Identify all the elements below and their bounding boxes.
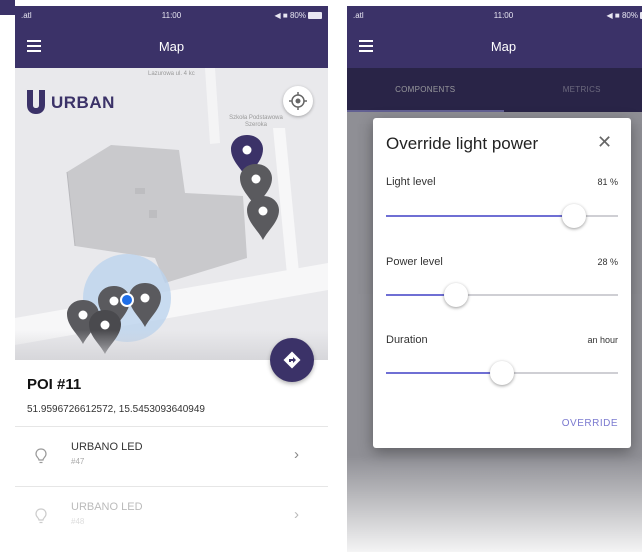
- duration-slider[interactable]: [386, 361, 618, 385]
- corner-mark: [0, 0, 15, 15]
- status-indicators: ◀ ■ 80%: [275, 11, 322, 20]
- bottom-fade: [347, 456, 642, 552]
- override-screen: .atl 11:00 ◀ ■ 80% Map COMPONENTS METRIC…: [347, 6, 642, 552]
- status-indicators: ◀ ■ 80%: [607, 11, 642, 20]
- map-screen: .atl 11:00 ◀ ■ 80% Map Lazurowa ul. 4 kc…: [15, 6, 328, 552]
- slider-thumb[interactable]: [443, 283, 468, 307]
- map-view[interactable]: Lazurowa ul. 4 kc Szkoła Podstawowa Szer…: [15, 68, 328, 360]
- device-name: URBANO LED: [71, 441, 143, 453]
- bulb-icon: [35, 448, 47, 464]
- dialog-title: Override light power: [386, 134, 539, 153]
- poi-coordinates: 51.9596726612572, 15.5453093640949: [27, 404, 205, 415]
- street-label: Szkoła Podstawowa Szeroka: [229, 115, 283, 128]
- locate-icon: [289, 92, 307, 110]
- device-row[interactable]: URBANO LED #47 ›: [15, 426, 328, 486]
- device-row[interactable]: URBANO LED #48 ›: [15, 486, 328, 546]
- app-title: Map: [158, 39, 185, 54]
- app-title: Map: [490, 39, 517, 54]
- app-bar: Map: [15, 26, 328, 68]
- device-name: URBANO LED: [71, 501, 143, 513]
- light-level-label: Light level: [386, 176, 436, 188]
- navigate-button[interactable]: [270, 338, 314, 382]
- override-dialog: Override light power ✕ Light level 81 % …: [373, 118, 631, 448]
- power-level-label: Power level: [386, 256, 443, 268]
- locate-button[interactable]: [283, 86, 313, 116]
- bulb-icon: [35, 508, 47, 524]
- urban-logo-mark: [27, 90, 45, 114]
- battery-icon: [308, 12, 322, 19]
- light-level-value: 81 %: [597, 177, 618, 187]
- status-bar: .atl 11:00 ◀ ■ 80%: [15, 6, 328, 26]
- power-level-value: 28 %: [597, 257, 618, 267]
- poi-sheet: POI #11 51.9596726612572, 15.54530936409…: [15, 360, 328, 552]
- app-bar: Map: [347, 26, 642, 68]
- poi-title: POI #11: [27, 376, 82, 393]
- navigate-icon: [283, 351, 301, 369]
- street-label: Lazurowa ul. 4 kc: [148, 71, 195, 77]
- duration-label: Duration: [386, 334, 428, 346]
- device-id: #48: [71, 517, 85, 526]
- override-button[interactable]: OVERRIDE: [562, 418, 618, 429]
- device-id: #47: [71, 457, 85, 466]
- logo-text: URBAN: [51, 93, 115, 112]
- slider-thumb[interactable]: [490, 361, 514, 385]
- status-bar: .atl 11:00 ◀ ■ 80%: [347, 6, 642, 26]
- chevron-right-icon: ›: [294, 446, 299, 463]
- chevron-right-icon: ›: [294, 506, 299, 523]
- slider-fill: [386, 215, 574, 217]
- duration-value: an hour: [587, 335, 618, 345]
- light-level-slider[interactable]: [386, 204, 618, 228]
- close-icon[interactable]: ✕: [597, 133, 612, 151]
- map-pin-icon[interactable]: [247, 196, 279, 240]
- power-level-slider[interactable]: [386, 283, 618, 307]
- slider-fill: [386, 372, 502, 374]
- status-time: 11:00: [493, 11, 514, 20]
- slider-thumb[interactable]: [561, 204, 586, 228]
